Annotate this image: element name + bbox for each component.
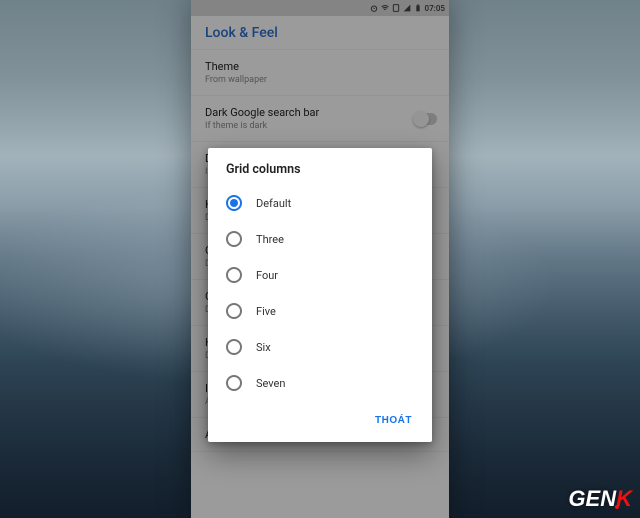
- option-seven[interactable]: Seven: [208, 365, 432, 401]
- watermark-logo: GENK: [568, 486, 632, 512]
- option-label: Four: [256, 269, 278, 282]
- watermark-text-a: GEN: [568, 486, 616, 512]
- dialog-actions: THOÁT: [208, 401, 432, 436]
- option-label: Seven: [256, 377, 285, 390]
- option-label: Default: [256, 197, 291, 210]
- option-label: Six: [256, 341, 271, 354]
- radio-icon: [226, 339, 242, 355]
- option-label: Three: [256, 233, 284, 246]
- radio-icon: [226, 303, 242, 319]
- option-six[interactable]: Six: [208, 329, 432, 365]
- radio-icon: [226, 375, 242, 391]
- option-five[interactable]: Five: [208, 293, 432, 329]
- option-label: Five: [256, 305, 276, 318]
- option-four[interactable]: Four: [208, 257, 432, 293]
- dismiss-button[interactable]: THOÁT: [367, 409, 420, 432]
- dialog-title: Grid columns: [208, 162, 432, 185]
- radio-icon: [226, 267, 242, 283]
- option-three[interactable]: Three: [208, 221, 432, 257]
- radio-icon: [226, 231, 242, 247]
- option-default[interactable]: Default: [208, 185, 432, 221]
- grid-columns-dialog: Grid columns Default Three Four Five Six…: [208, 148, 432, 442]
- radio-icon: [226, 195, 242, 211]
